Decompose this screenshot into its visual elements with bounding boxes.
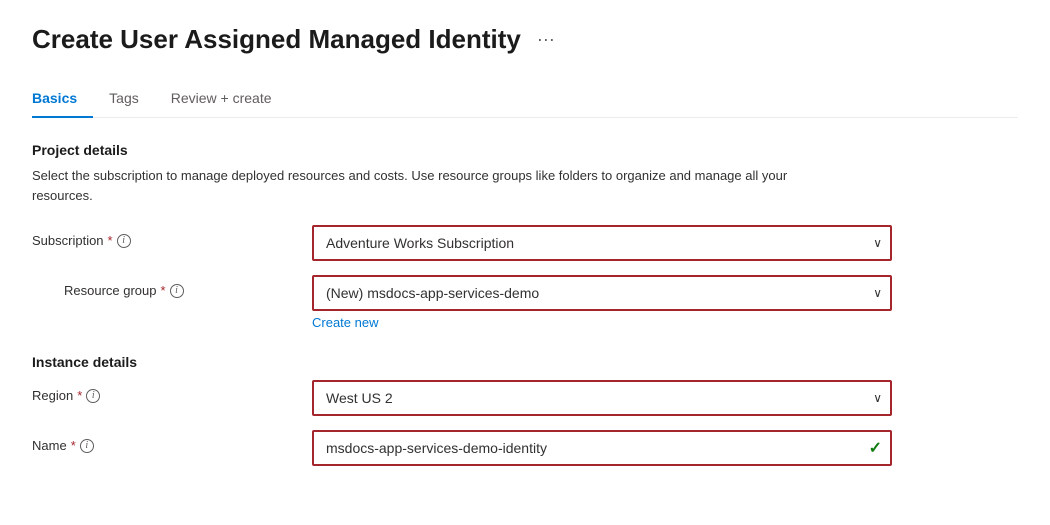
tab-basics[interactable]: Basics xyxy=(32,80,93,118)
resource-group-dropdown-wrapper: (New) msdocs-app-services-demo ∨ xyxy=(312,275,892,311)
name-input[interactable] xyxy=(312,430,892,466)
instance-details-section: Instance details Region * i West US 2 ∨ … xyxy=(32,354,1018,466)
resource-group-dropdown[interactable]: (New) msdocs-app-services-demo xyxy=(312,275,892,311)
subscription-info-icon[interactable]: i xyxy=(117,234,131,248)
region-required: * xyxy=(77,388,82,403)
subscription-dropdown[interactable]: Adventure Works Subscription xyxy=(312,225,892,261)
name-label-col: Name * i xyxy=(32,430,312,453)
tab-tags[interactable]: Tags xyxy=(109,80,155,118)
project-details-description: Select the subscription to manage deploy… xyxy=(32,166,832,205)
resource-group-info-icon[interactable]: i xyxy=(170,284,184,298)
region-input-col: West US 2 ∨ xyxy=(312,380,892,416)
subscription-label: Subscription xyxy=(32,233,104,248)
ellipsis-button[interactable]: ··· xyxy=(531,25,561,54)
name-input-wrapper: ✓ xyxy=(312,430,892,466)
region-dropdown[interactable]: West US 2 xyxy=(312,380,892,416)
region-label: Region xyxy=(32,388,73,403)
resource-group-label: Resource group xyxy=(64,283,157,298)
subscription-row: Subscription * i Adventure Works Subscri… xyxy=(32,225,1018,261)
page-title: Create User Assigned Managed Identity xyxy=(32,24,521,55)
project-details-section: Project details Select the subscription … xyxy=(32,142,1018,330)
tabs-nav: Basics Tags Review + create xyxy=(32,79,1018,118)
name-info-icon[interactable]: i xyxy=(80,439,94,453)
instance-details-title: Instance details xyxy=(32,354,1018,370)
name-input-col: ✓ xyxy=(312,430,892,466)
subscription-dropdown-wrapper: Adventure Works Subscription ∨ xyxy=(312,225,892,261)
project-details-title: Project details xyxy=(32,142,1018,158)
tab-review-create[interactable]: Review + create xyxy=(171,80,288,118)
subscription-required: * xyxy=(108,233,113,248)
region-info-icon[interactable]: i xyxy=(86,389,100,403)
subscription-label-col: Subscription * i xyxy=(32,225,312,248)
resource-group-input-col: (New) msdocs-app-services-demo ∨ Create … xyxy=(312,275,892,330)
region-row: Region * i West US 2 ∨ xyxy=(32,380,1018,416)
name-row: Name * i ✓ xyxy=(32,430,1018,466)
resource-group-row: Resource group * i (New) msdocs-app-serv… xyxy=(32,275,1018,330)
region-dropdown-wrapper: West US 2 ∨ xyxy=(312,380,892,416)
subscription-input-col: Adventure Works Subscription ∨ xyxy=(312,225,892,261)
resource-group-required: * xyxy=(161,283,166,298)
create-new-link[interactable]: Create new xyxy=(312,315,378,330)
resource-group-label-col: Resource group * i xyxy=(32,275,312,298)
name-required: * xyxy=(71,438,76,453)
name-valid-icon: ✓ xyxy=(869,438,882,458)
name-label: Name xyxy=(32,438,67,453)
region-label-col: Region * i xyxy=(32,380,312,403)
